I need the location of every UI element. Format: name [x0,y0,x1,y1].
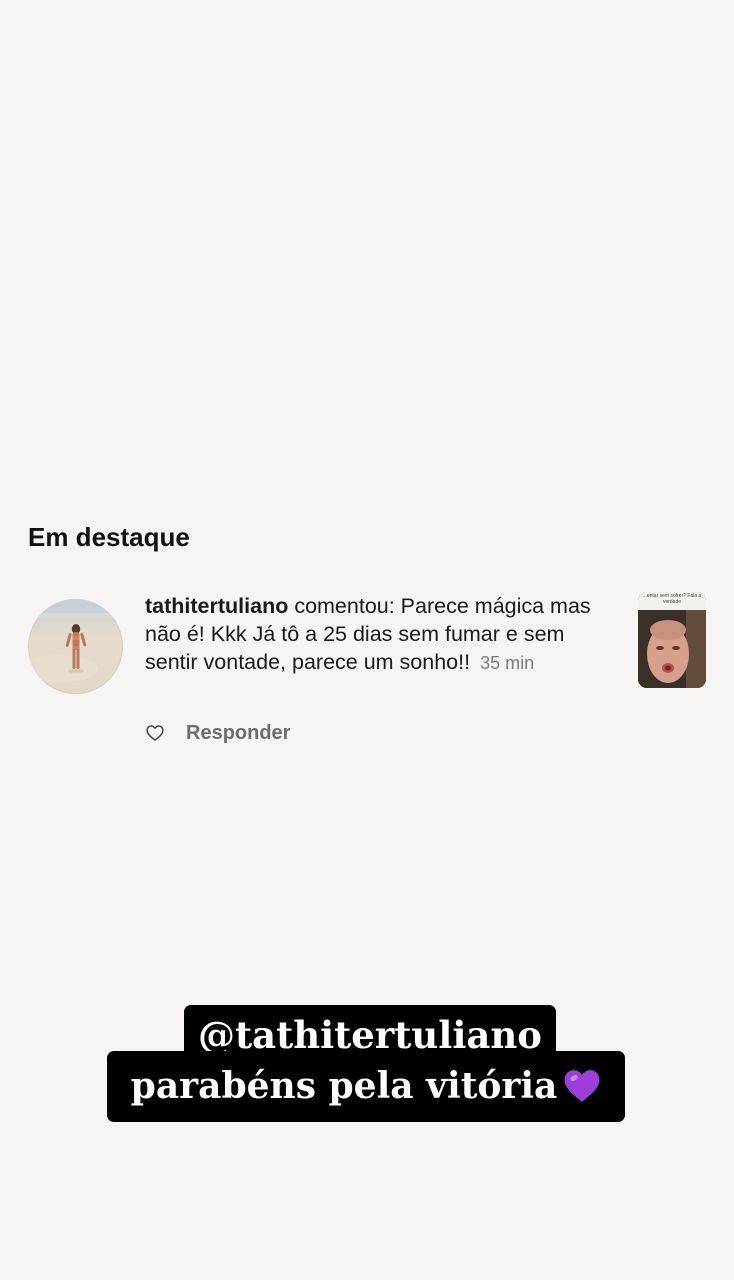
comment-username[interactable]: tathitertuliano [145,594,288,618]
sticker-message: parabéns pela vitória [130,1065,558,1107]
section-title: Em destaque [28,522,190,552]
comment-actions: Responder [145,720,290,746]
avatar-photo [28,599,123,683]
avatar[interactable] [28,599,123,694]
sticker-message-box: parabéns pela vitória [107,1051,625,1122]
purple-heart-icon [564,1070,600,1102]
comment-text: tathitertuliano comentou: Parece mágica … [145,592,615,677]
comment-time: 35 min [480,653,535,673]
thumbnail-caption: ...entar sem sofrer? Fala a verdade [638,592,706,610]
heart-icon[interactable] [145,723,165,743]
post-thumbnail[interactable]: ...entar sem sofrer? Fala a verdade [638,592,706,688]
thumbnail-face-photo [638,610,706,688]
text-sticker: @tathitertuliano parabéns pela vitória [0,1005,734,1125]
reply-button[interactable]: Responder [186,722,290,745]
